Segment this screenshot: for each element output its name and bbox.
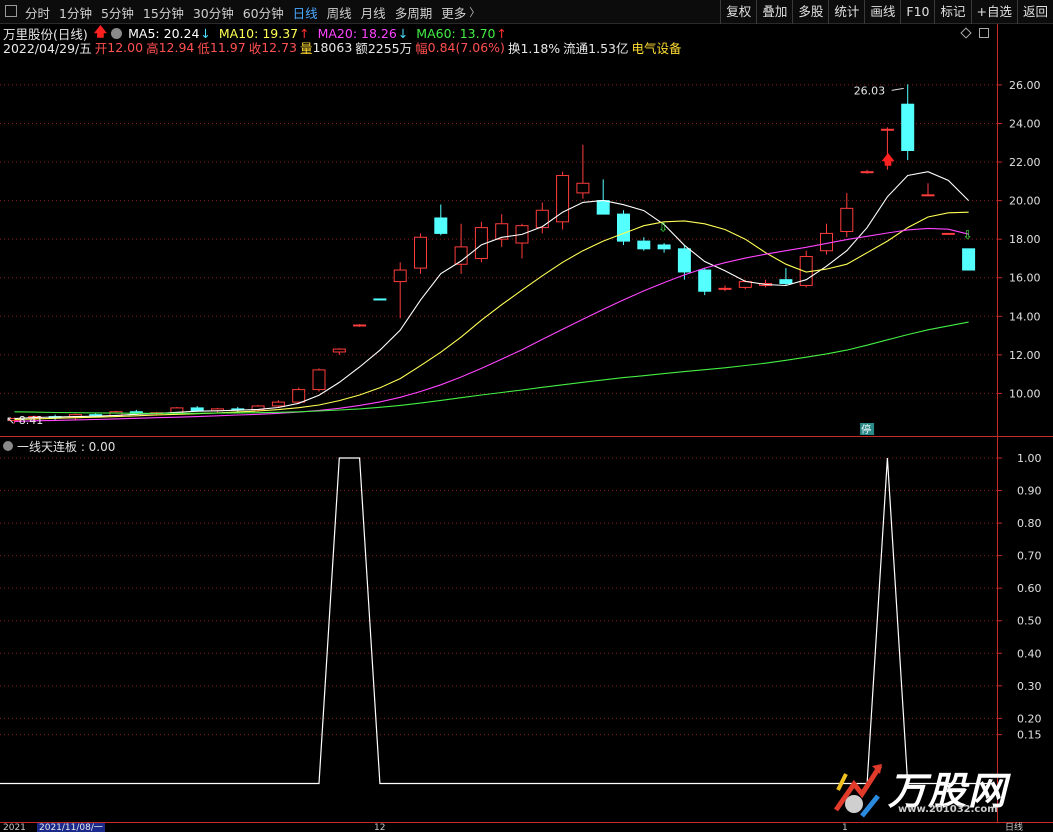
watermark-logo-icon: [833, 764, 883, 818]
y-tick-label: 22.00: [1009, 156, 1041, 169]
y-tick-label: 0.20: [1017, 712, 1042, 725]
period-indicator: 日线: [1005, 823, 1024, 832]
candle-body: [414, 236, 427, 269]
y-tick-label: 0.80: [1017, 517, 1042, 530]
date-axis: 2021 2021/11/08/一 12 1 日线: [0, 822, 1053, 832]
candle-body: [353, 324, 367, 327]
y-tick-label: 20.00: [1009, 195, 1041, 208]
candle-body: [880, 128, 894, 131]
candle-body: [840, 207, 854, 232]
candle-body: [901, 103, 915, 151]
y-tick-label: 0.40: [1017, 647, 1042, 660]
y-tick-label: 24.00: [1009, 117, 1041, 130]
sell-signal-icon: ⇩: [963, 228, 973, 242]
y-tick-label: 10.00: [1009, 387, 1041, 400]
candle-body: [637, 240, 651, 250]
candle-body: [373, 298, 387, 301]
candle-body: [393, 269, 407, 283]
ma-line-ma60: [14, 321, 969, 414]
candle-body: [698, 269, 712, 292]
price-chart[interactable]: 10.00 12.00 14.00 16.00 18.00 20.00 22.00 24.00…: [0, 0, 1053, 436]
y-tick-label: 0.50: [1017, 615, 1042, 628]
date-tick-12: 12: [374, 823, 386, 832]
y-tick-label: 1.00: [1017, 452, 1042, 465]
max-price-label: 26.03: [854, 84, 886, 97]
candle-body: [190, 407, 204, 412]
date-start: 2021: [3, 823, 26, 832]
halt-marker-icon: 停: [861, 423, 871, 436]
candle-body: [860, 171, 874, 174]
max-pointer: [891, 87, 904, 91]
y-tick-label: 0.90: [1017, 485, 1042, 498]
candle-body: [434, 217, 448, 234]
sell-signal-icon: ⇩: [658, 220, 668, 234]
candle-body: [677, 248, 691, 273]
date-tick-1: 1: [842, 823, 848, 832]
candle-body: [779, 279, 793, 285]
watermark-url: www.201032.com: [898, 804, 998, 815]
y-tick-label: 16.00: [1009, 272, 1041, 285]
y-tick-label: 14.00: [1009, 310, 1041, 323]
candle-body: [962, 248, 976, 271]
y-tick-label: 0.30: [1017, 680, 1042, 693]
candle-body: [921, 194, 935, 197]
buy-signal-icon: 🡅: [881, 153, 895, 168]
watermark: 万股网 www.201032.com: [832, 760, 1032, 822]
candle-body: [576, 182, 590, 194]
candle-body: [657, 244, 671, 250]
y-tick-label: 12.00: [1009, 349, 1041, 362]
candle-body: [292, 389, 306, 403]
y-tick-label: 0.70: [1017, 550, 1042, 563]
min-price-label: ↖ 8.41: [6, 414, 43, 427]
ma-line-ma20: [14, 227, 969, 422]
candle-body: [535, 209, 549, 229]
y-tick-label: 26.00: [1009, 79, 1041, 92]
y-tick-label: 0.60: [1017, 582, 1042, 595]
y-tick-label: 18.00: [1009, 233, 1041, 246]
y-tick-label: 0.15: [1017, 729, 1042, 742]
candle-body: [617, 213, 630, 242]
candle-body: [271, 401, 285, 407]
candle-body: [312, 369, 326, 391]
candle-body: [596, 200, 610, 215]
ma-line-ma5: [14, 171, 969, 420]
cursor-date: 2021/11/08/一: [37, 823, 105, 832]
candle-body: [332, 348, 346, 353]
axis-divider: [997, 24, 998, 832]
candle-body: [941, 232, 955, 235]
candle-body: [718, 287, 732, 290]
